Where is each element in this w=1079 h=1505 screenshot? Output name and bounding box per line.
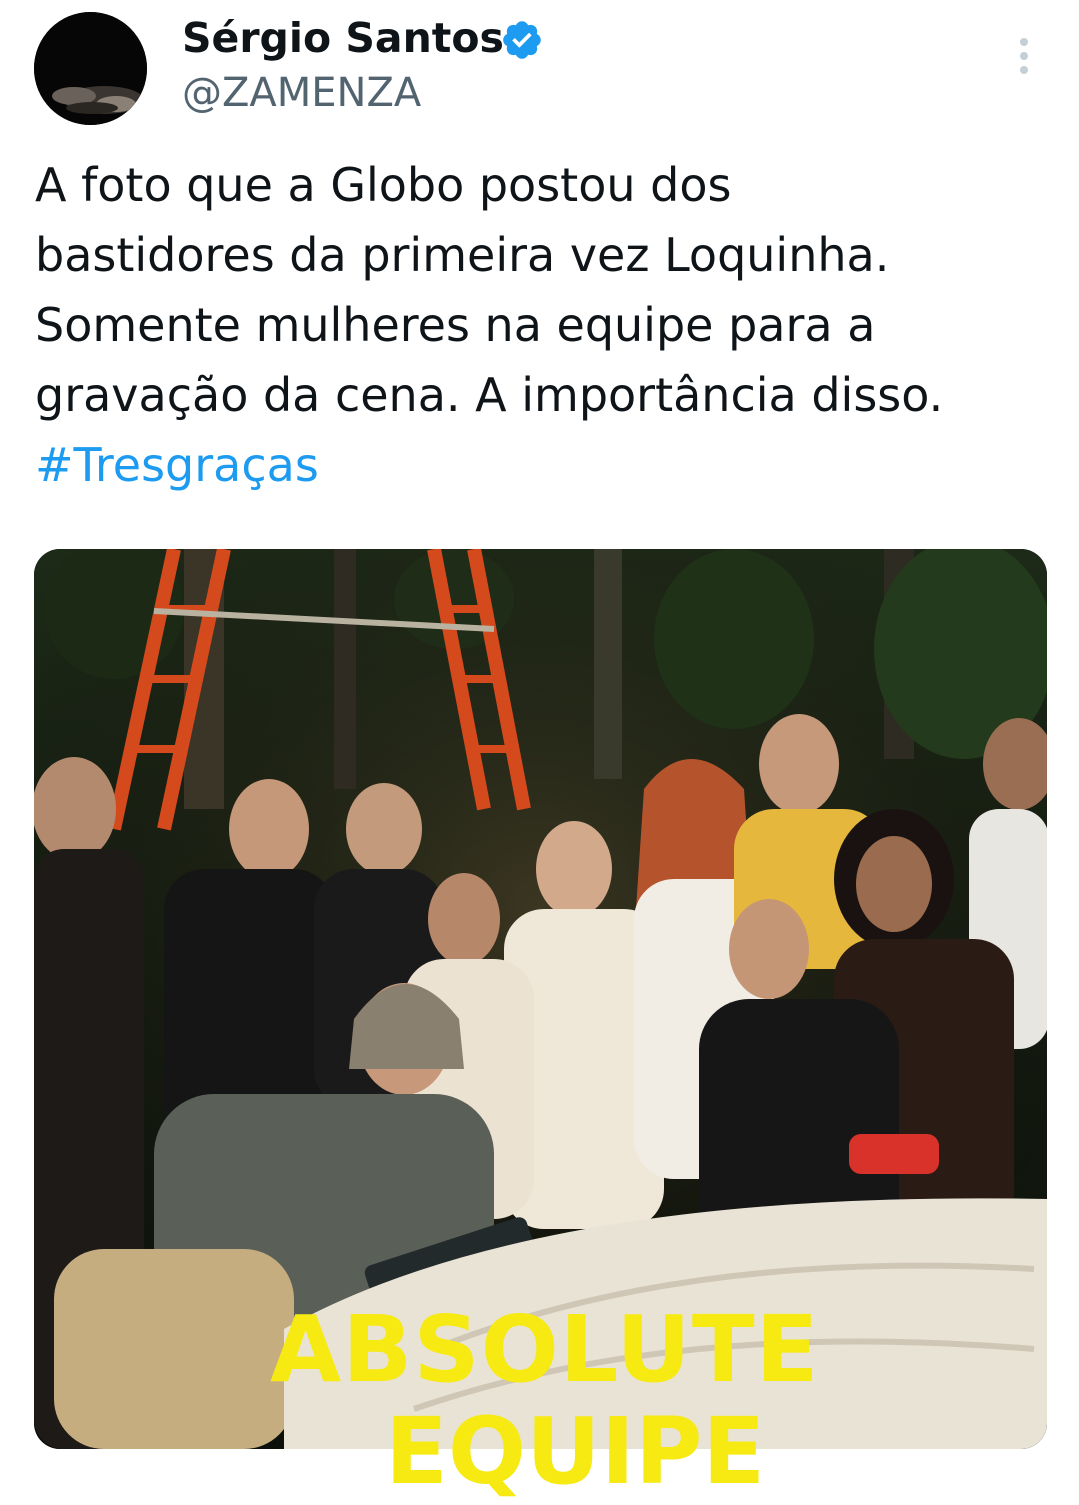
photo-caption-line-2: EQUIPE	[385, 1398, 766, 1505]
photo-caption-line-1: ABSOLUTE	[270, 1296, 820, 1403]
avatar-image	[34, 12, 147, 125]
tweet-text: A foto que a Globo postou dos bastidores…	[35, 150, 1045, 500]
author-avatar[interactable]	[34, 12, 147, 125]
more-options-button[interactable]	[1000, 30, 1048, 86]
tweet-body: A foto que a Globo postou dos bastidores…	[35, 158, 944, 422]
author-display-name[interactable]: Sérgio Santos	[182, 12, 504, 64]
hashtag-link[interactable]: #Tresgraças	[35, 438, 319, 492]
verified-badge-icon	[503, 21, 541, 59]
author-handle[interactable]: @ZAMENZA	[182, 68, 421, 118]
tweet-header: Sérgio Santos @ZAMENZA	[0, 0, 1079, 140]
more-vertical-icon	[1020, 38, 1028, 74]
